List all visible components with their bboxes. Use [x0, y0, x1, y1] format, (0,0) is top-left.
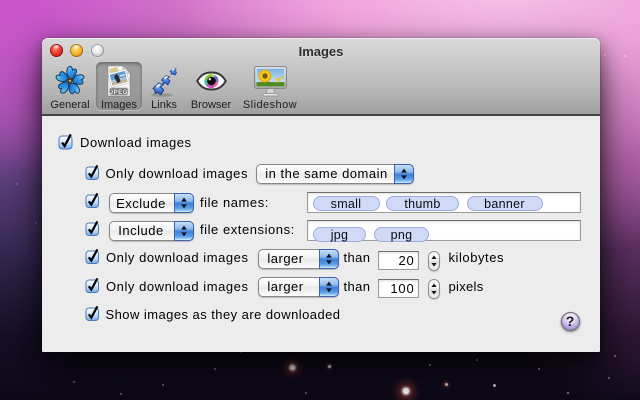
svg-text:JPEG: JPEG: [110, 90, 128, 96]
